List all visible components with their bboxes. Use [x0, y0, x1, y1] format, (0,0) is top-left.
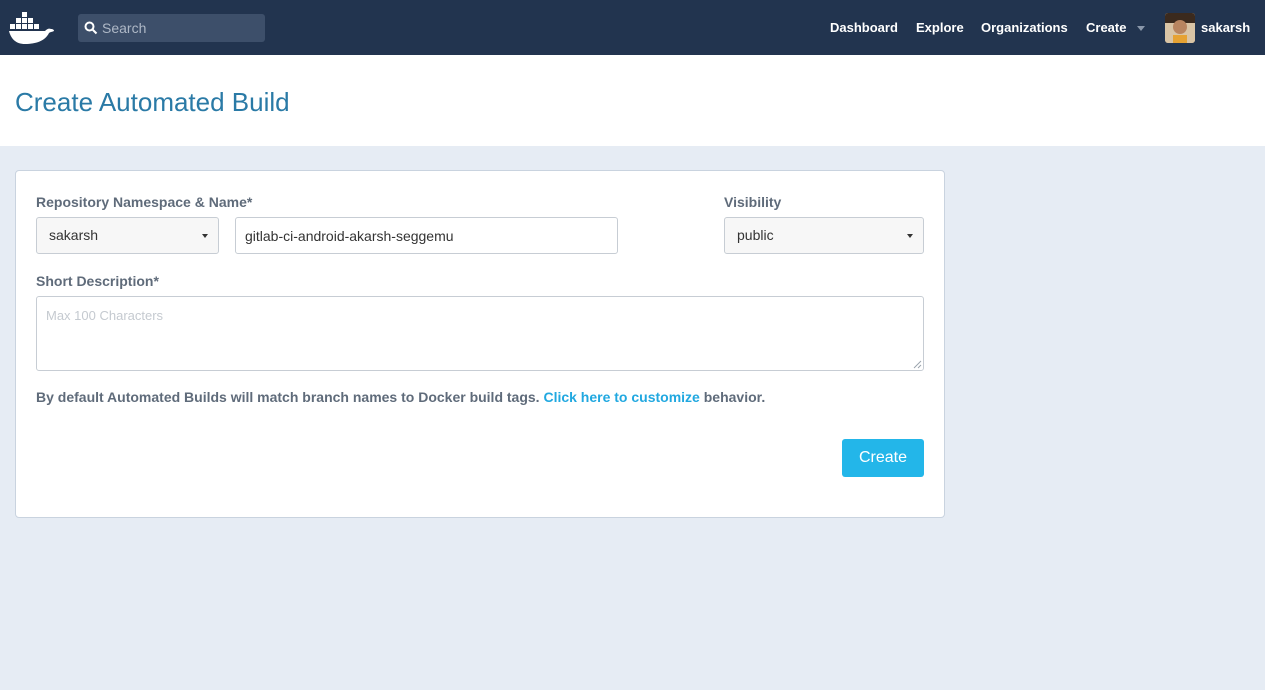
resize-handle-icon[interactable]	[913, 360, 922, 369]
dropdown-arrow-icon	[907, 234, 913, 238]
automated-build-form: Repository Namespace & Name* Visibility …	[15, 170, 945, 518]
chevron-down-icon[interactable]	[1137, 26, 1145, 31]
note-suffix: behavior.	[703, 389, 766, 405]
repo-namespace-label: Repository Namespace & Name*	[36, 194, 253, 210]
create-button[interactable]: Create	[842, 439, 924, 477]
page-title: Create Automated Build	[15, 87, 290, 117]
nav-organizations[interactable]: Organizations	[981, 0, 1068, 55]
customize-link[interactable]: Click here to customize	[543, 389, 699, 405]
page-header: Create Automated Build	[0, 55, 1265, 146]
top-navbar: Dashboard Explore Organizations Create s…	[0, 0, 1265, 55]
docker-whale-icon[interactable]	[8, 10, 56, 46]
nav-explore[interactable]: Explore	[916, 0, 964, 55]
user-avatar[interactable]	[1165, 13, 1195, 43]
namespace-select[interactable]: sakarsh	[36, 217, 219, 254]
repo-name-input[interactable]	[235, 217, 618, 254]
build-tags-note: By default Automated Builds will match b…	[36, 389, 765, 405]
note-prefix: By default Automated Builds will match b…	[36, 389, 540, 405]
short-description-label: Short Description*	[36, 273, 159, 289]
nav-create[interactable]: Create	[1086, 0, 1126, 55]
nav-dashboard[interactable]: Dashboard	[830, 0, 898, 55]
search-input[interactable]	[102, 14, 262, 42]
visibility-value: public	[737, 227, 774, 243]
avatar-image	[1165, 13, 1195, 43]
username[interactable]: sakarsh	[1201, 0, 1250, 55]
visibility-label: Visibility	[724, 194, 782, 210]
dropdown-arrow-icon	[202, 234, 208, 238]
visibility-select[interactable]: public	[724, 217, 924, 254]
search-icon	[84, 21, 98, 35]
short-description-textarea[interactable]	[36, 296, 924, 371]
search-box[interactable]	[78, 14, 265, 42]
namespace-value: sakarsh	[49, 227, 99, 243]
